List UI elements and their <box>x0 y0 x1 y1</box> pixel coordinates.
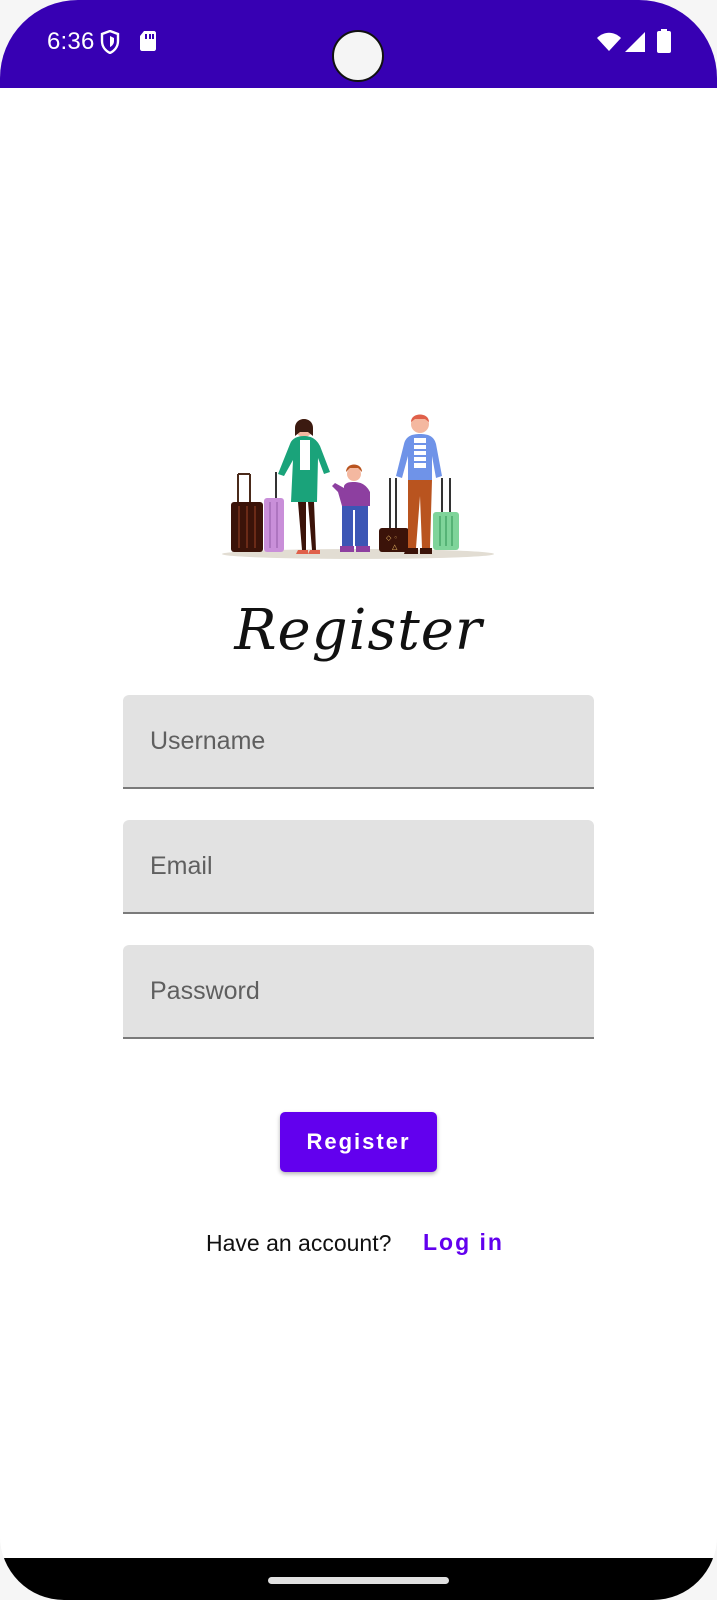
signal-icon <box>624 31 646 58</box>
home-handle[interactable] <box>268 1577 449 1584</box>
password-field[interactable] <box>123 945 594 1039</box>
status-time: 6:36 <box>47 28 95 55</box>
battery-icon <box>657 29 671 58</box>
phone-screen: 6:36 ◇ ◦ △ Register Username Email Regis… <box>0 0 717 1600</box>
svg-text:◇ ◦: ◇ ◦ <box>386 534 398 542</box>
email-field[interactable] <box>123 820 594 914</box>
shield-icon <box>100 29 120 59</box>
username-input[interactable] <box>150 726 594 756</box>
login-prompt-row: Have an account? Log in <box>0 1226 717 1262</box>
password-input[interactable] <box>150 976 594 1006</box>
login-link[interactable]: Log in <box>423 1229 504 1256</box>
username-field[interactable] <box>123 695 594 789</box>
family-travel-illustration: ◇ ◦ △ <box>222 414 494 559</box>
have-account-text: Have an account? <box>206 1230 392 1256</box>
svg-text:△: △ <box>392 543 398 551</box>
register-title: Register <box>234 598 483 663</box>
email-input[interactable] <box>150 851 594 881</box>
register-button[interactable]: Register <box>280 1112 437 1172</box>
status-bar: 6:36 <box>0 0 717 88</box>
navigation-bar <box>0 1558 717 1600</box>
camera-cutout <box>332 30 384 82</box>
register-screen: ◇ ◦ △ Register Username Email Register H… <box>0 88 717 1558</box>
wifi-icon <box>596 32 622 57</box>
sd-card-icon <box>139 30 157 57</box>
